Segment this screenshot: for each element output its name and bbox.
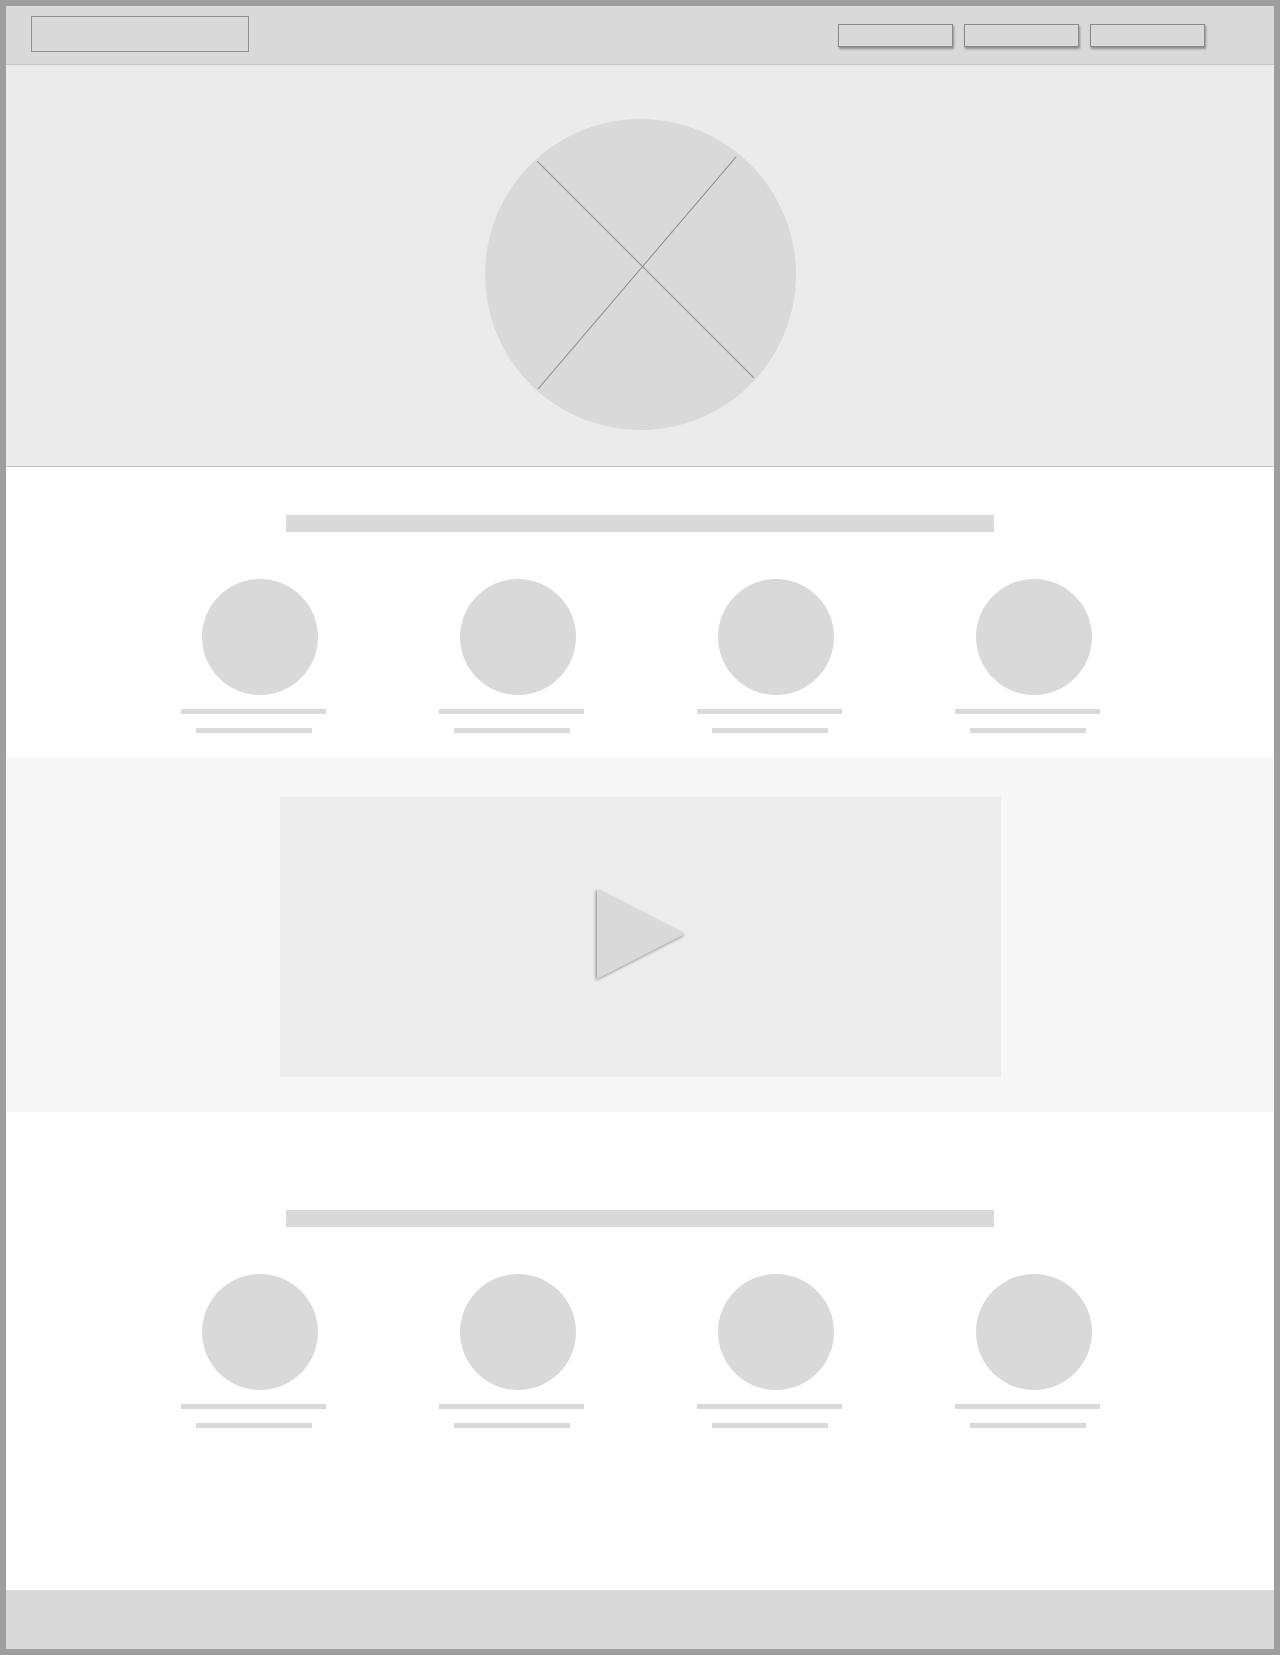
section-title: [286, 515, 994, 532]
member-role: [439, 1274, 440, 1275]
site-footer: [6, 1590, 1274, 1649]
site-header: [6, 6, 1274, 65]
avatar: [976, 579, 1092, 695]
name-placeholder: [697, 709, 842, 714]
member-role: [955, 1274, 956, 1275]
team-member-card: [439, 579, 584, 749]
member-role: [697, 579, 698, 580]
nav-button-3[interactable]: [1090, 24, 1205, 47]
avatar: [976, 1274, 1092, 1390]
role-placeholder: [454, 1423, 570, 1428]
name-placeholder: [181, 709, 326, 714]
logo-placeholder[interactable]: [31, 16, 249, 52]
role-placeholder: [712, 728, 828, 733]
avatar: [460, 1274, 576, 1390]
video-section: [6, 757, 1274, 1112]
role-placeholder: [196, 728, 312, 733]
team-member-card: [697, 579, 842, 749]
nav-button-2[interactable]: [964, 24, 1079, 47]
name-placeholder: [439, 709, 584, 714]
team-member-card: [697, 1274, 842, 1444]
name-placeholder: [955, 709, 1100, 714]
member-role: [697, 1274, 698, 1275]
team-member-card: [181, 579, 326, 749]
avatar: [718, 1274, 834, 1390]
name-placeholder: [955, 1404, 1100, 1409]
name-placeholder: [697, 1404, 842, 1409]
avatar: [718, 579, 834, 695]
name-placeholder: [439, 1404, 584, 1409]
role-placeholder: [454, 728, 570, 733]
team-member-card: [955, 579, 1100, 749]
nav-button-1[interactable]: [838, 24, 953, 47]
member-role: [439, 579, 440, 580]
section-title: [286, 1210, 994, 1227]
avatar: [460, 579, 576, 695]
role-placeholder: [712, 1423, 828, 1428]
video-player[interactable]: [280, 797, 1001, 1077]
team-member-card: [955, 1274, 1100, 1444]
member-role: [181, 1274, 182, 1275]
role-placeholder: [970, 1423, 1086, 1428]
role-placeholder: [196, 1423, 312, 1428]
page-frame: [6, 6, 1274, 1649]
name-placeholder: [181, 1404, 326, 1409]
member-role: [181, 579, 182, 580]
team-member-card: [439, 1274, 584, 1444]
role-placeholder: [970, 728, 1086, 733]
team-member-card: [181, 1274, 326, 1444]
member-role: [955, 579, 956, 580]
avatar: [202, 579, 318, 695]
play-icon[interactable]: [595, 887, 687, 981]
avatar: [202, 1274, 318, 1390]
hero-section: [6, 65, 1274, 467]
image-placeholder-icon: [485, 119, 796, 430]
